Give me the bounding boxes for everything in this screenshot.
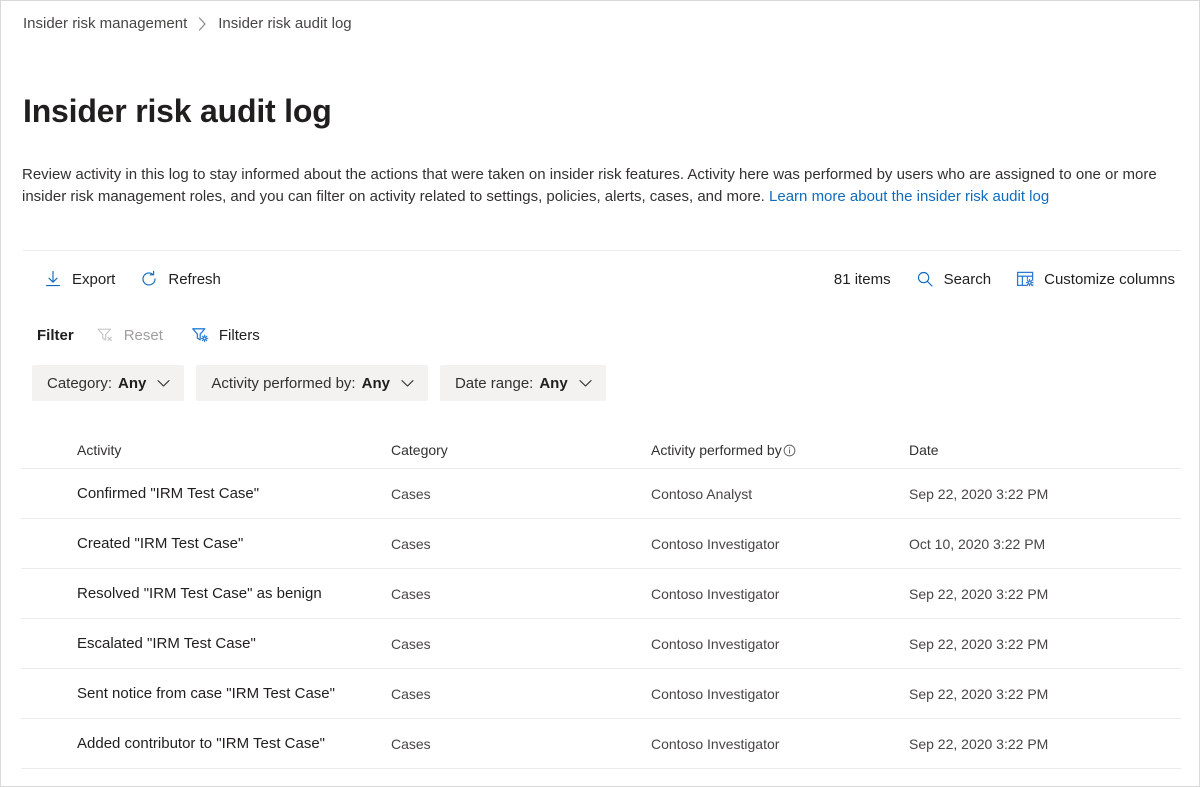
filter-pill-category-value: Any (118, 375, 146, 392)
table-row[interactable]: Added contributor to "IRM Test Case" Cas… (21, 719, 1181, 769)
column-header-category[interactable]: Category (391, 442, 651, 458)
page-frame: Insider risk management Insider risk aud… (0, 0, 1200, 787)
cell-activity: Escalated "IRM Test Case" (21, 635, 391, 652)
command-bar: Export Refresh 81 items (23, 259, 1181, 299)
filter-pill-date-range[interactable]: Date range: Any (440, 365, 606, 401)
cell-activity: Resolved "IRM Test Case" as benign (21, 585, 391, 602)
items-count: 81 items (834, 271, 891, 288)
customize-columns-button[interactable]: Customize columns (1009, 261, 1181, 297)
cell-activity: Sent notice from case "IRM Test Case" (21, 685, 391, 702)
filters-button[interactable]: Filters (187, 321, 264, 349)
filter-pill-activity-performed-by-value: Any (362, 375, 390, 392)
info-icon[interactable] (783, 444, 796, 457)
learn-more-link[interactable]: Learn more about the insider risk audit … (769, 188, 1049, 205)
filter-clear-icon (96, 326, 115, 345)
filter-bar: Filter Reset Filters (23, 319, 1181, 351)
chevron-down-icon (579, 379, 592, 388)
cell-date: Sep 22, 2020 3:22 PM (909, 586, 1125, 602)
cell-date: Sep 22, 2020 3:22 PM (909, 736, 1125, 752)
cell-category: Cases (391, 636, 651, 652)
reset-filters-label: Reset (124, 327, 163, 344)
table-row[interactable]: Sent notice from case "IRM Test Case" Ca… (21, 669, 1181, 719)
cell-date: Oct 10, 2020 3:22 PM (909, 536, 1125, 552)
export-button[interactable]: Export (37, 261, 121, 297)
filter-pill-date-range-value: Any (539, 375, 567, 392)
chevron-right-icon (198, 17, 207, 31)
filter-pill-category[interactable]: Category: Any (32, 365, 184, 401)
command-bar-left-group: Export Refresh (37, 259, 227, 299)
cell-performed-by: Contoso Analyst (651, 486, 909, 502)
cell-activity: Created "IRM Test Case" (21, 535, 391, 552)
search-button[interactable]: Search (909, 261, 998, 297)
table-row[interactable]: Created "IRM Test Case" Cases Contoso In… (21, 519, 1181, 569)
cell-date: Sep 22, 2020 3:22 PM (909, 636, 1125, 652)
customize-columns-icon (1015, 269, 1035, 289)
cell-performed-by: Contoso Investigator (651, 636, 909, 652)
filters-label: Filters (219, 327, 260, 344)
filter-label: Filter (37, 327, 74, 344)
cell-category: Cases (391, 486, 651, 502)
column-header-activity-performed-by-label: Activity performed by (651, 442, 782, 458)
cell-performed-by: Contoso Investigator (651, 586, 909, 602)
filter-settings-icon (191, 326, 210, 345)
cell-performed-by: Contoso Investigator (651, 736, 909, 752)
cell-activity: Confirmed "IRM Test Case" (21, 485, 391, 502)
chevron-down-icon (401, 379, 414, 388)
column-header-activity-performed-by[interactable]: Activity performed by (651, 442, 909, 458)
cell-date: Sep 22, 2020 3:22 PM (909, 686, 1125, 702)
command-bar-right-group: 81 items Search (834, 259, 1181, 299)
reset-filters-button[interactable]: Reset (92, 321, 167, 349)
refresh-icon (139, 269, 159, 289)
cell-performed-by: Contoso Investigator (651, 686, 909, 702)
table-row[interactable]: Confirmed "IRM Test Case" Cases Contoso … (21, 469, 1181, 519)
filter-pill-activity-performed-by[interactable]: Activity performed by: Any (196, 365, 428, 401)
breadcrumb-item-insider-risk-management[interactable]: Insider risk management (23, 14, 187, 34)
filter-pill-date-range-key: Date range: (455, 375, 533, 392)
column-header-date[interactable]: Date (909, 442, 1125, 458)
filter-pill-category-key: Category: (47, 375, 112, 392)
refresh-label: Refresh (168, 271, 221, 288)
cell-category: Cases (391, 536, 651, 552)
cell-category: Cases (391, 686, 651, 702)
cell-category: Cases (391, 586, 651, 602)
cell-activity: Added contributor to "IRM Test Case" (21, 735, 391, 752)
page-description: Review activity in this log to stay info… (22, 164, 1174, 208)
search-icon (915, 269, 935, 289)
filter-pill-activity-performed-by-key: Activity performed by: (211, 375, 355, 392)
column-header-activity[interactable]: Activity (21, 442, 391, 458)
command-bar-divider (23, 250, 1181, 251)
cell-category: Cases (391, 736, 651, 752)
table-row[interactable]: Resolved "IRM Test Case" as benign Cases… (21, 569, 1181, 619)
export-label: Export (72, 271, 115, 288)
filter-pill-row: Category: Any Activity performed by: Any… (32, 365, 606, 401)
refresh-button[interactable]: Refresh (133, 261, 227, 297)
breadcrumb: Insider risk management Insider risk aud… (23, 14, 352, 34)
table-row[interactable]: Escalated "IRM Test Case" Cases Contoso … (21, 619, 1181, 669)
table-header-row: Activity Category Activity performed by … (21, 431, 1181, 469)
audit-log-table: Activity Category Activity performed by … (21, 431, 1181, 769)
breadcrumb-item-insider-risk-audit-log[interactable]: Insider risk audit log (218, 14, 351, 34)
page-title: Insider risk audit log (23, 90, 332, 132)
chevron-down-icon (157, 379, 170, 388)
cell-date: Sep 22, 2020 3:22 PM (909, 486, 1125, 502)
search-label: Search (944, 271, 992, 288)
cell-performed-by: Contoso Investigator (651, 536, 909, 552)
customize-columns-label: Customize columns (1044, 271, 1175, 288)
download-icon (43, 269, 63, 289)
